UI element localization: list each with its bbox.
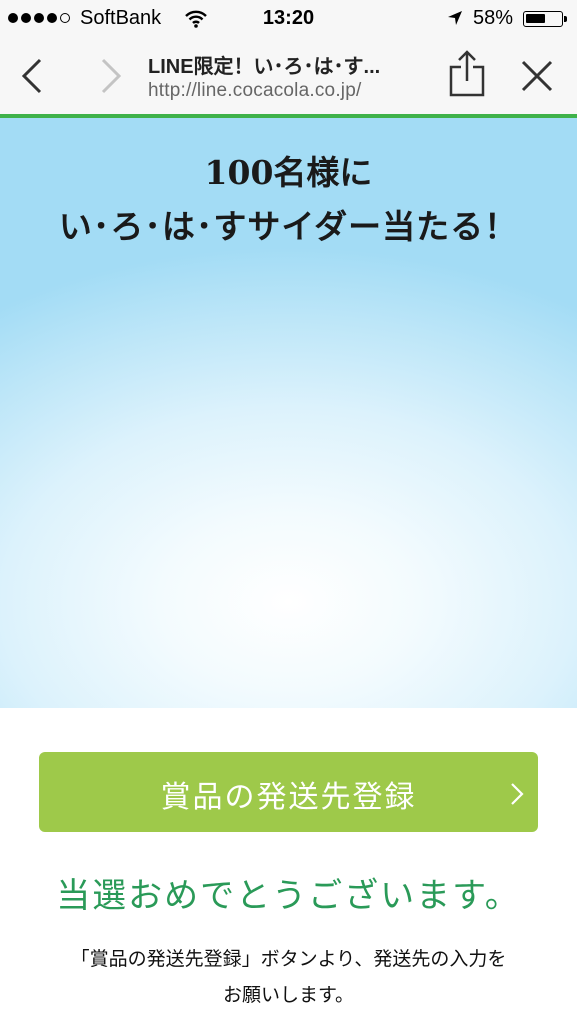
hero-headline-line1: 100名様に	[204, 153, 373, 192]
page-title: LINE限定！い･ろ･は･す...	[148, 56, 381, 78]
browser-toolbar: LINE限定！い･ろ･は･す... http://line.cocacola.c…	[0, 38, 577, 114]
register-shipping-address-button[interactable]: 賞品の発送先登録	[39, 752, 538, 832]
battery-percent: 58%	[473, 7, 514, 29]
page-url[interactable]: http://line.cocacola.co.jp/	[148, 80, 361, 102]
register-button-label: 賞品の発送先登録	[160, 780, 417, 815]
back-chevron-icon[interactable]	[18, 58, 48, 99]
instruction-text-line1: 「賞品の発送先登録」ボタンより、発送先の入力を	[70, 948, 507, 970]
close-icon[interactable]	[520, 59, 554, 98]
battery-icon	[523, 11, 567, 27]
share-icon[interactable]	[448, 49, 486, 102]
congratulations-heading: 当選おめでとうございます。	[56, 876, 521, 916]
location-arrow-icon	[446, 9, 464, 32]
hero-headline-line2: い･ろ･は･すサイダー当たる！	[58, 207, 519, 246]
hero-banner: 100名様に い･ろ･は･すサイダー当たる！	[0, 118, 577, 708]
instruction-text-line2: お願いします。	[222, 984, 355, 1006]
forward-chevron-icon[interactable]	[95, 58, 125, 99]
status-bar: SoftBank 13:20 58%	[0, 0, 577, 38]
chevron-right-icon	[510, 782, 524, 811]
